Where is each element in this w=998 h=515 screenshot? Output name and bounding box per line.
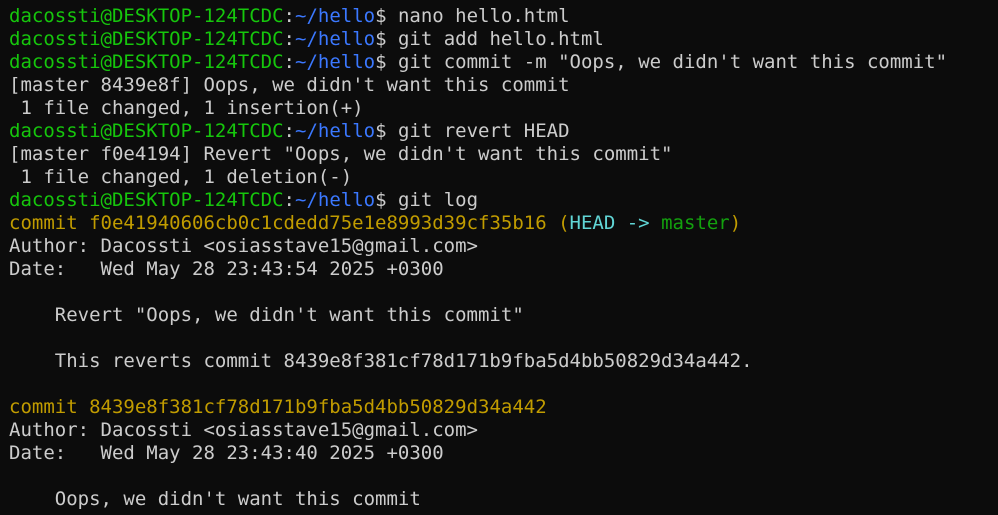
output-line: [master 8439e8f] Oops, we didn't want th…	[9, 74, 570, 96]
prompt-symbol: $	[375, 120, 387, 142]
output-line: [master f0e4194] Revert "Oops, we didn't…	[9, 143, 673, 165]
prompt-symbol: $	[375, 28, 387, 50]
commit-date: Date: Wed May 28 23:43:40 2025 +0300	[9, 442, 444, 464]
commit-body: This reverts commit 8439e8f381cf78d171b9…	[9, 350, 753, 372]
prompt-user-host: dacossti@DESKTOP-124TCDC	[9, 189, 284, 211]
ref-head: HEAD	[569, 212, 616, 234]
commit-author: Author: Dacossti <osiasstave15@gmail.com…	[9, 419, 478, 441]
terminal-window[interactable]: dacossti@DESKTOP-124TCDC:~/hello$ nano h…	[0, 0, 998, 515]
output-line: 1 file changed, 1 insertion(+)	[9, 97, 364, 119]
commit-message: Revert "Oops, we didn't want this commit…	[9, 304, 524, 326]
prompt-separator: :	[283, 120, 295, 142]
commit-message: Oops, we didn't want this commit	[9, 488, 421, 510]
output-line: 1 file changed, 1 deletion(-)	[9, 166, 353, 188]
prompt-path: ~/hello	[295, 189, 376, 211]
prompt-symbol: $	[375, 5, 387, 27]
commit-label: commit	[9, 396, 90, 418]
commit-author: Author: Dacossti <osiasstave15@gmail.com…	[9, 235, 478, 257]
ref-close: )	[729, 212, 742, 234]
commit-header-line: commit 8439e8f381cf78d171b9fba5d4bb50829…	[9, 396, 998, 419]
commit-label: commit	[9, 212, 90, 234]
command-text: nano hello.html	[386, 5, 570, 27]
prompt-path: ~/hello	[295, 51, 376, 73]
prompt-user-host: dacossti@DESKTOP-124TCDC	[9, 51, 284, 73]
prompt-symbol: $	[375, 51, 387, 73]
prompt-path: ~/hello	[295, 120, 376, 142]
prompt-user-host: dacossti@DESKTOP-124TCDC	[9, 120, 284, 142]
ref-branch: master	[661, 212, 730, 234]
commit-hash: f0e41940606cb0c1cdedd75e1e8993d39cf35b16	[89, 212, 547, 234]
prompt-line-2: dacossti@DESKTOP-124TCDC:~/hello$ git ad…	[9, 28, 998, 51]
prompt-line-5: dacossti@DESKTOP-124TCDC:~/hello$ git lo…	[9, 189, 998, 212]
prompt-separator: :	[283, 189, 295, 211]
prompt-user-host: dacossti@DESKTOP-124TCDC	[9, 5, 284, 27]
prompt-line-3: dacossti@DESKTOP-124TCDC:~/hello$ git co…	[9, 51, 998, 74]
prompt-separator: :	[283, 51, 295, 73]
commit-date: Date: Wed May 28 23:43:54 2025 +0300	[9, 258, 444, 280]
commit-header-line: commit f0e41940606cb0c1cdedd75e1e8993d39…	[9, 212, 998, 235]
prompt-symbol: $	[375, 189, 387, 211]
command-text: git add hello.html	[386, 28, 604, 50]
ref-arrow: ->	[615, 212, 662, 234]
prompt-path: ~/hello	[295, 5, 376, 27]
prompt-separator: :	[283, 28, 295, 50]
command-text: git log	[386, 189, 479, 211]
command-text: git revert HEAD	[386, 120, 570, 142]
prompt-separator: :	[283, 5, 295, 27]
prompt-line-4: dacossti@DESKTOP-124TCDC:~/hello$ git re…	[9, 120, 998, 143]
ref-open: (	[546, 212, 570, 234]
prompt-line-1: dacossti@DESKTOP-124TCDC:~/hello$ nano h…	[9, 5, 998, 28]
commit-hash: 8439e8f381cf78d171b9fba5d4bb50829d34a442	[89, 396, 547, 418]
prompt-user-host: dacossti@DESKTOP-124TCDC	[9, 28, 284, 50]
command-text: git commit -m "Oops, we didn't want this…	[386, 51, 948, 73]
prompt-path: ~/hello	[295, 28, 376, 50]
